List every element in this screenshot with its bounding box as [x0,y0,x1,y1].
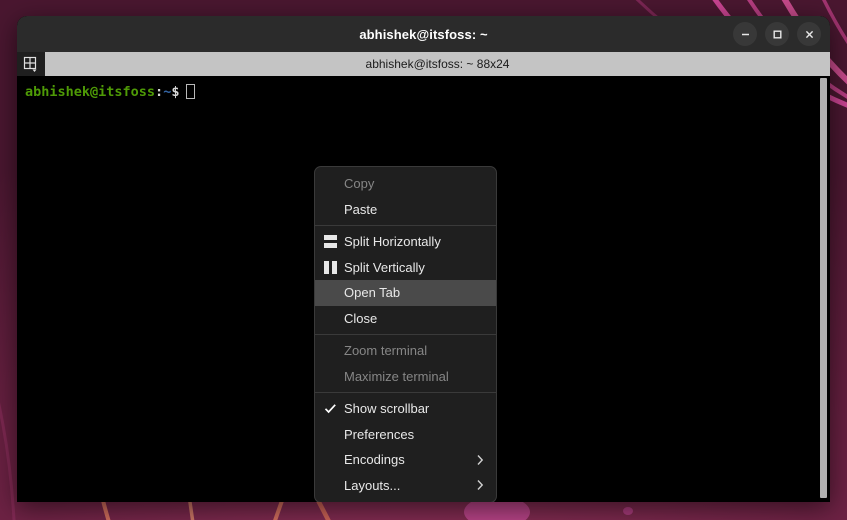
close-button[interactable] [797,22,821,46]
terminal-scrollbar[interactable] [816,76,830,502]
prompt-colon: : [155,84,163,100]
menu-separator [315,334,496,335]
layout-grid-icon [23,56,40,73]
checkmark-icon [321,396,340,422]
menu-item-label: Show scrollbar [344,401,429,416]
menu-item-label: Paste [344,202,377,217]
prompt-user: abhishek@itsfoss [25,84,155,100]
window-controls [733,16,821,52]
menu-item-label: Split Horizontally [344,234,441,249]
maximize-button[interactable] [765,22,789,46]
menu-item-label: Layouts... [344,478,400,493]
menu-item-label: Preferences [344,427,414,442]
menu-item-zoom-terminal: Zoom terminal [315,338,496,364]
menu-separator [315,392,496,393]
tab-bar: abhishek@itsfoss: ~ 88x24 [17,52,830,76]
minimize-button[interactable] [733,22,757,46]
menu-item-label: Close [344,311,377,326]
menu-item-label: Split Vertically [344,260,425,275]
menu-item-copy: Copy [315,171,496,197]
close-icon [804,29,815,40]
menu-item-maximize-terminal: Maximize terminal [315,364,496,390]
window-title: abhishek@itsfoss: ~ [359,27,487,42]
split-vertical-icon [321,255,340,281]
split-horizontal-icon [321,229,340,255]
menu-item-split-horizontally[interactable]: Split Horizontally [315,229,496,255]
maximize-icon [772,29,783,40]
minimize-icon [740,29,751,40]
menu-item-encodings[interactable]: Encodings [315,447,496,473]
menu-item-label: Encodings [344,452,405,467]
screen: abhishek@itsfoss: ~ [0,0,847,520]
menu-item-split-vertically[interactable]: Split Vertically [315,255,496,281]
terminal-body[interactable]: abhishek@itsfoss:~$ Copy Paste Split Horiz… [17,76,830,502]
text-cursor [186,84,195,99]
menu-item-label: Zoom terminal [344,343,427,358]
tab-label: abhishek@itsfoss: ~ 88x24 [366,57,510,71]
terminal-tab[interactable]: abhishek@itsfoss: ~ 88x24 [45,52,830,76]
menu-item-label: Open Tab [344,285,400,300]
terminal-window: abhishek@itsfoss: ~ [17,16,830,502]
menu-item-preferences[interactable]: Preferences [315,422,496,448]
scrollbar-thumb[interactable] [820,78,827,498]
prompt-dollar: $ [171,84,179,100]
chevron-right-icon [476,447,484,473]
menu-item-show-scrollbar[interactable]: Show scrollbar [315,396,496,422]
chevron-right-icon [476,473,484,499]
context-menu: Copy Paste Split Horizontally Split Vertica… [314,166,497,502]
menu-item-label: Copy [344,176,374,191]
menu-item-paste[interactable]: Paste [315,197,496,223]
menu-separator [315,225,496,226]
layout-menu-button[interactable] [17,52,45,76]
menu-item-label: Maximize terminal [344,369,449,384]
shell-prompt: abhishek@itsfoss:~$ [25,84,195,101]
menu-item-close[interactable]: Close [315,306,496,332]
menu-item-layouts[interactable]: Layouts... [315,473,496,499]
title-bar: abhishek@itsfoss: ~ [17,16,830,52]
menu-item-open-tab[interactable]: Open Tab [315,280,496,306]
